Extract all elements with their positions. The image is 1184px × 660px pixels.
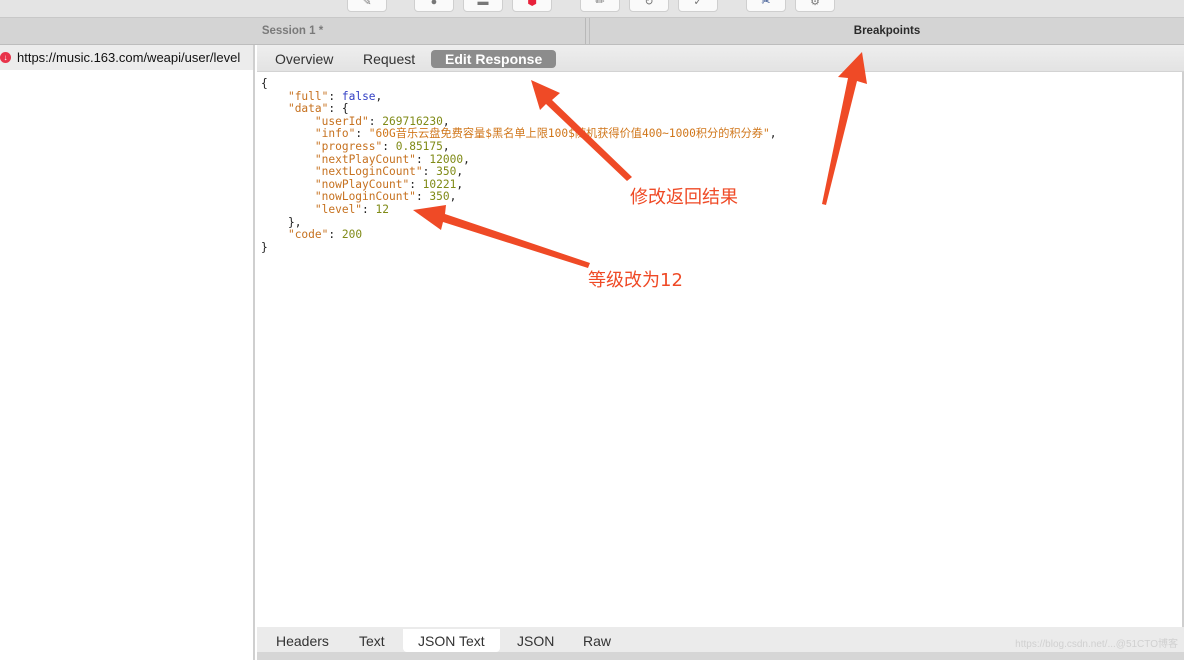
tab-overview[interactable]: Overview [261, 50, 347, 68]
request-list: ↓ https://music.163.com/weapi/user/level [0, 45, 255, 660]
execute-icon[interactable]: ✓ [678, 0, 718, 12]
detail-pane: Overview Request Edit Response { "full":… [257, 45, 1184, 660]
tab-raw[interactable]: Raw [568, 629, 626, 652]
tools-icon[interactable]: ✂ [746, 0, 786, 12]
json-nextLoginCount-value: 350 [436, 165, 457, 179]
tab-json[interactable]: JSON [502, 629, 569, 652]
json-userId-value: 269716230 [382, 114, 443, 128]
response-editor[interactable]: { "full": false, "data": { "userId": 269… [257, 72, 1182, 627]
json-level-value: 12 [375, 202, 390, 216]
record-icon[interactable]: ● [414, 0, 454, 12]
refresh-icon[interactable]: ↻ [629, 0, 669, 12]
annotation-edit-response: 修改返回结果 [630, 187, 738, 208]
tab-headers[interactable]: Headers [261, 629, 344, 652]
json-nowPlayCount-value: 10221 [422, 177, 457, 191]
json-info-value: "60G音乐云盘免费容量$黑名单上限100$随机获得价值400~1000积分的积… [368, 127, 770, 141]
settings-icon[interactable]: ⚙ [795, 0, 835, 12]
tab-request[interactable]: Request [349, 50, 429, 68]
breakpoint-download-icon: ↓ [0, 52, 11, 63]
detail-tabs: Overview Request Edit Response [257, 45, 1184, 72]
edit-icon[interactable]: ✏ [580, 0, 620, 12]
json-full-value: false [341, 89, 376, 103]
breakpoint-icon[interactable]: ⬢ [512, 0, 552, 12]
tab-session[interactable]: Session 1 * [0, 18, 586, 44]
json-nextPlayCount-value: 12000 [429, 152, 464, 166]
json-nowLoginCount-value: 350 [429, 190, 450, 204]
annotation-level: 等级改为12 [588, 270, 683, 291]
session-tab-bar: Session 1 * Breakpoints [0, 18, 1184, 45]
watermark: https://blog.csdn.net/...@51CTO博客 [1015, 639, 1178, 650]
json-code-value: 200 [341, 228, 363, 242]
tab-breakpoints[interactable]: Breakpoints [589, 18, 1184, 44]
status-strip [257, 652, 1184, 660]
tab-text[interactable]: Text [344, 629, 400, 652]
request-url: https://music.163.com/weapi/user/level [17, 50, 241, 65]
response-view-tabs: Headers Text JSON Text JSON Raw https://… [257, 627, 1184, 652]
pen-icon[interactable]: ✎ [347, 0, 387, 12]
tab-edit-response[interactable]: Edit Response [431, 50, 557, 68]
toolbar: ✎ ● ▬ ⬢ ✏ ↻ ✓ ✂ ⚙ [0, 0, 1184, 18]
request-list-item[interactable]: ↓ https://music.163.com/weapi/user/level [0, 45, 253, 70]
json-progress-value: 0.85175 [395, 139, 443, 153]
throttle-icon[interactable]: ▬ [463, 0, 503, 12]
tab-json-text[interactable]: JSON Text [403, 629, 500, 652]
